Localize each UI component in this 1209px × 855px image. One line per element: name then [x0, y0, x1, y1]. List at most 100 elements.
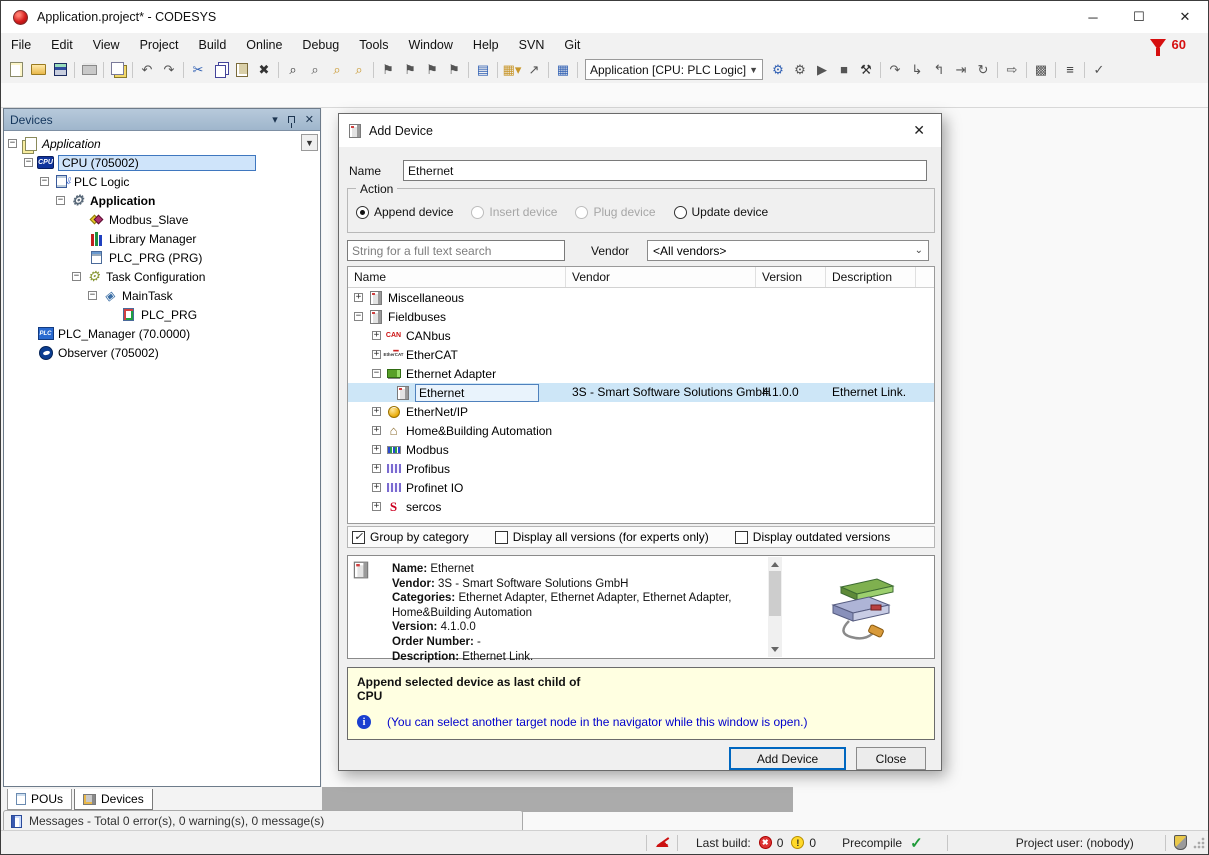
collapse-icon[interactable]: − — [88, 291, 97, 300]
find-objects-icon[interactable]: ⌕ — [326, 60, 348, 80]
menu-help[interactable]: Help — [463, 33, 509, 56]
expand-icon[interactable]: + — [372, 502, 381, 511]
minimize-button[interactable]: ─ — [1070, 1, 1116, 33]
filter-funnel-icon[interactable] — [1150, 39, 1166, 50]
undo-icon[interactable]: ↶ — [136, 60, 158, 80]
menu-edit[interactable]: Edit — [41, 33, 83, 56]
copy-objects-icon[interactable] — [107, 60, 129, 80]
catalog-row-ethercat[interactable]: + EtherCAT EtherCAT — [348, 345, 934, 364]
tab-devices[interactable]: Devices — [74, 789, 153, 810]
menu-git[interactable]: Git — [554, 33, 590, 56]
cut-icon[interactable]: ✂ — [187, 60, 209, 80]
flow-control-icon[interactable]: ▩ — [1030, 60, 1052, 80]
catalog-row-canbus[interactable]: + CAN CANbus — [348, 326, 934, 345]
security-shield-icon[interactable] — [1174, 835, 1187, 850]
collapse-icon[interactable]: − — [56, 196, 65, 205]
menu-tools[interactable]: Tools — [349, 33, 398, 56]
scroll-down-icon[interactable] — [771, 647, 779, 652]
collapse-icon[interactable]: − — [72, 272, 81, 281]
tree-item-project[interactable]: − Application — [4, 134, 320, 153]
print-icon[interactable] — [78, 60, 100, 80]
collapse-icon[interactable]: − — [372, 369, 381, 378]
expand-icon[interactable]: + — [372, 407, 381, 416]
tree-item-modbus-slave[interactable]: Modbus_Slave — [4, 210, 320, 229]
menu-svn[interactable]: SVN — [509, 33, 555, 56]
menu-online[interactable]: Online — [236, 33, 292, 56]
column-name[interactable]: Name — [348, 267, 566, 287]
stop-icon[interactable]: ■ — [833, 60, 855, 80]
step-over-icon[interactable]: ↷ — [884, 60, 906, 80]
copy-icon[interactable] — [209, 60, 231, 80]
logout-icon[interactable]: ⚙ — [789, 60, 811, 80]
collapse-icon[interactable]: − — [8, 139, 17, 148]
radio-append-device[interactable]: Append device — [356, 205, 453, 219]
step-into-icon[interactable]: ↳ — [906, 60, 928, 80]
step-out-icon[interactable]: ↰ — [928, 60, 950, 80]
properties-icon[interactable]: ▤ — [472, 60, 494, 80]
run-to-cursor-icon[interactable]: ⇨ — [1001, 60, 1023, 80]
close-button[interactable]: ✕ — [1162, 1, 1208, 33]
expand-icon[interactable]: + — [372, 464, 381, 473]
panel-menu-icon[interactable]: ▾ — [272, 113, 278, 126]
menu-build[interactable]: Build — [188, 33, 236, 56]
replace-objects-icon[interactable]: ⌕ — [348, 60, 370, 80]
tree-item-application[interactable]: − ⚙ Application — [4, 191, 320, 210]
catalog-row-fieldbuses[interactable]: − Fieldbuses — [348, 307, 934, 326]
active-application-selector[interactable]: Application [CPU: PLC Logic] ▼ — [585, 59, 763, 80]
device-name-input[interactable] — [403, 160, 927, 181]
build-wrench-icon[interactable]: ⚒ — [855, 60, 877, 80]
full-text-search-input[interactable] — [347, 240, 565, 261]
tree-item-observer[interactable]: Observer (705002) — [4, 343, 320, 362]
tree-item-library-manager[interactable]: Library Manager — [4, 229, 320, 248]
force-values-icon[interactable]: ✓ — [1088, 60, 1110, 80]
export-icon[interactable]: ↗ — [523, 60, 545, 80]
tree-item-task-configuration[interactable]: − ⚙ Task Configuration — [4, 267, 320, 286]
reset-icon[interactable]: ↻ — [972, 60, 994, 80]
step-single-icon[interactable]: ⇥ — [950, 60, 972, 80]
clear-bookmarks-icon[interactable]: ⚑ — [443, 60, 465, 80]
expand-icon[interactable]: + — [354, 293, 363, 302]
menu-debug[interactable]: Debug — [292, 33, 349, 56]
catalog-row-ethernet[interactable]: Ethernet 3S - Smart Software Solutions G… — [348, 383, 934, 402]
paste-icon[interactable] — [231, 60, 253, 80]
tree-dropdown-button[interactable]: ▼ — [301, 134, 318, 151]
checkbox-display-outdated-versions[interactable]: Display outdated versions — [735, 530, 890, 544]
start-icon[interactable]: ▶ — [811, 60, 833, 80]
expand-icon[interactable]: + — [372, 426, 381, 435]
close-dialog-button[interactable]: Close — [856, 747, 926, 770]
new-object-icon[interactable]: ▦▾ — [501, 60, 523, 80]
column-version[interactable]: Version — [756, 267, 826, 287]
checkbox-group-by-category[interactable]: ✓Group by category — [352, 530, 469, 544]
new-project-icon[interactable] — [5, 60, 27, 80]
tree-item-task-pou[interactable]: PLC_PRG — [4, 305, 320, 324]
pin-icon[interactable] — [288, 116, 295, 123]
panel-close-icon[interactable]: ✕ — [305, 113, 314, 126]
dialog-title-bar[interactable]: Add Device ✕ — [339, 114, 941, 147]
build-icon[interactable]: ▦ — [552, 60, 574, 80]
menu-window[interactable]: Window — [398, 33, 462, 56]
column-vendor[interactable]: Vendor — [566, 267, 756, 287]
save-project-icon[interactable] — [49, 60, 71, 80]
collapse-icon[interactable]: − — [24, 158, 33, 167]
tab-pous[interactable]: POUs — [7, 789, 72, 810]
expand-icon[interactable]: + — [372, 331, 381, 340]
catalog-row-sercos[interactable]: + S sercos — [348, 497, 934, 516]
expand-icon[interactable]: + — [372, 445, 381, 454]
previous-bookmark-icon[interactable]: ⚑ — [399, 60, 421, 80]
vendor-combobox[interactable]: <All vendors> ⌄ — [647, 240, 929, 261]
checkbox-display-all-versions[interactable]: Display all versions (for experts only) — [495, 530, 709, 544]
watch-list-icon[interactable]: ≡ — [1059, 60, 1081, 80]
find-icon[interactable]: ⌕ — [282, 60, 304, 80]
catalog-row-modbus[interactable]: + Modbus — [348, 440, 934, 459]
toggle-bookmark-icon[interactable]: ⚑ — [377, 60, 399, 80]
resize-grip[interactable] — [1193, 837, 1205, 849]
next-bookmark-icon[interactable]: ⚑ — [421, 60, 443, 80]
scrollbar-thumb[interactable] — [769, 571, 781, 616]
selected-device-label[interactable]: Ethernet — [415, 384, 539, 402]
login-icon[interactable]: ⚙ — [767, 60, 789, 80]
expand-icon[interactable]: + — [372, 350, 381, 359]
collapse-icon[interactable]: − — [40, 177, 49, 186]
menu-view[interactable]: View — [83, 33, 130, 56]
maximize-button[interactable]: ☐ — [1116, 1, 1162, 33]
expand-icon[interactable]: + — [372, 483, 381, 492]
